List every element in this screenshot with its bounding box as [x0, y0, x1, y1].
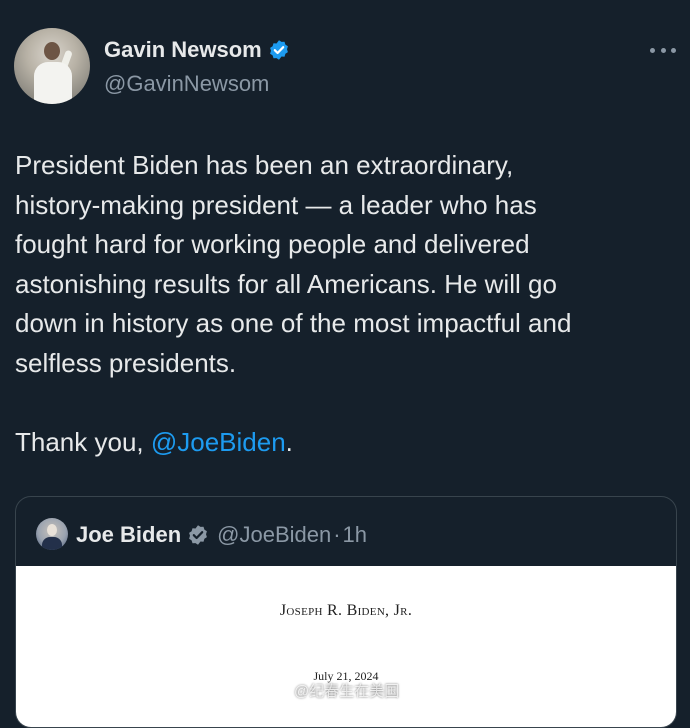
closing-suffix: .	[285, 426, 293, 457]
quoted-separator: ·	[333, 522, 341, 547]
author-avatar[interactable]	[14, 28, 90, 104]
letter-image[interactable]: Joseph R. Biden, Jr. July 21, 2024	[16, 566, 676, 727]
author-name-row: Gavin Newsom	[104, 36, 290, 64]
tweet-line: fought hard for working people and deliv…	[15, 229, 530, 259]
tweet-line: selfless presidents.	[15, 347, 237, 378]
tweet-line: down in history as one of the most impac…	[15, 308, 572, 338]
letter-heading: Joseph R. Biden, Jr.	[279, 602, 413, 619]
tweet-text: President Biden has been an extraordinar…	[15, 146, 675, 462]
tweet-line: President Biden has been an extraordinar…	[15, 150, 514, 180]
quoted-badge-icon	[189, 525, 208, 545]
mention-link[interactable]: @JoeBiden	[151, 427, 286, 457]
watermark: @纪春生在美国	[272, 680, 399, 701]
quoted-handle[interactable]: @JoeBiden	[217, 521, 331, 549]
author-handle[interactable]: @GavinNewsom	[104, 70, 269, 98]
quoted-timestamp[interactable]: 1h	[343, 521, 367, 549]
author-name[interactable]: Gavin Newsom	[104, 36, 262, 64]
tweet-closing: Thank you, @JoeBiden.	[15, 423, 675, 463]
tweet-line: astonishing results for all Americans. H…	[15, 268, 557, 299]
weibo-logo-icon	[272, 684, 291, 699]
more-options-icon[interactable]	[650, 42, 676, 58]
tweet-line: history-making president — a leader who …	[15, 189, 537, 220]
watermark-text: @纪春生在美国	[294, 683, 400, 700]
quoted-avatar[interactable]	[36, 518, 68, 550]
verified-badge-icon	[269, 40, 288, 60]
quoted-name[interactable]: Joe Biden	[76, 521, 181, 549]
closing-prefix: Thank you,	[15, 426, 151, 457]
quoted-header: Joe Biden @JoeBiden · 1h	[76, 521, 367, 549]
